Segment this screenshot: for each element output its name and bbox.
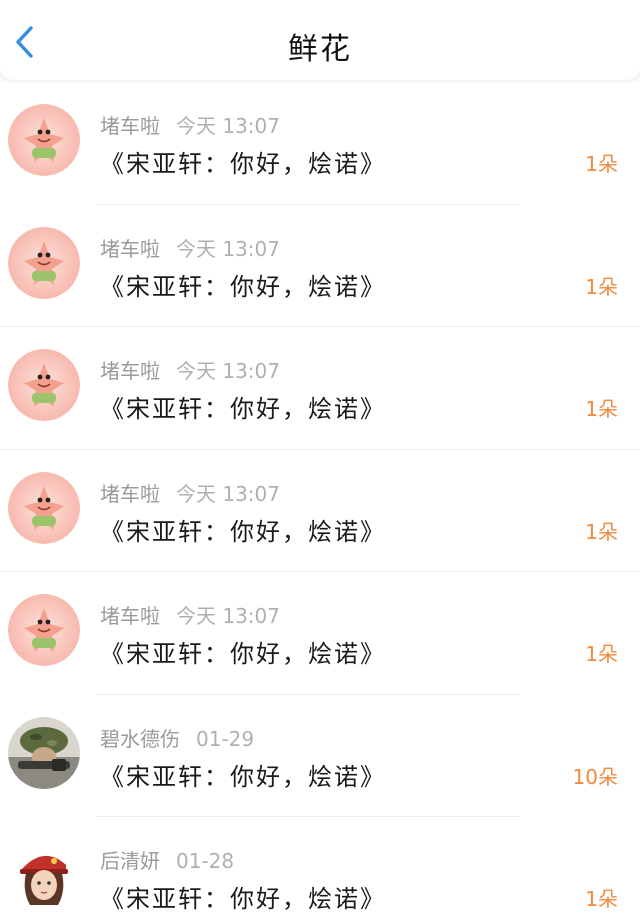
flower-count: 1朵 [585, 642, 618, 666]
send-time: 01-29 [196, 726, 255, 751]
patrick-star-avatar[interactable] [8, 349, 80, 421]
sender-name: 堵车啦 [100, 236, 160, 261]
soldier-avatar[interactable] [8, 716, 80, 789]
gift-title: 《宋亚轩：你好，烩诺》 [100, 885, 386, 913]
gift-title: 《宋亚轩：你好，烩诺》 [100, 517, 386, 546]
sender-name: 堵车啦 [100, 481, 160, 506]
page-title: 鲜花 [288, 32, 352, 67]
send-time: 今天 13:07 [176, 236, 280, 261]
flower-count: 1朵 [585, 397, 618, 421]
sender-line: 后清妍 01-28 [100, 845, 234, 874]
flower-count: 1朵 [585, 519, 618, 544]
patrick-star-avatar[interactable] [8, 471, 80, 544]
gift-title: 《宋亚轩：你好，烩诺》 [100, 762, 386, 791]
flowers-page: 鲜花 堵车啦 今天 13:07 《宋亚轩：你好，烩诺》 1朵 堵车啦 今天 13… [0, 0, 640, 922]
patrick-star-avatar[interactable] [8, 594, 80, 666]
sender-name: 堵车啦 [100, 114, 160, 138]
list-item[interactable]: 堵车啦 今天 13:07 《宋亚轩：你好，烩诺》 1朵 [0, 327, 640, 450]
sender-name: 后清妍 [100, 849, 160, 873]
gift-title: 《宋亚轩：你好，烩诺》 [100, 272, 386, 301]
sender-line: 堵车啦 今天 13:07 [100, 233, 280, 262]
flower-count: 1朵 [585, 152, 618, 176]
send-time: 01-28 [176, 849, 235, 873]
red-cap-girl-avatar[interactable] [8, 839, 80, 911]
sender-line: 堵车啦 今天 13:07 [100, 600, 280, 629]
list-item[interactable]: 堵车啦 今天 13:07 《宋亚轩：你好，烩诺》 1朵 [0, 572, 640, 695]
gift-title: 《宋亚轩：你好，烩诺》 [100, 150, 386, 178]
flower-count: 1朵 [585, 274, 618, 299]
send-time: 今天 13:07 [176, 359, 280, 383]
sender-line: 堵车啦 今天 13:07 [100, 110, 280, 139]
send-time: 今天 13:07 [176, 604, 280, 628]
list-item[interactable]: 碧水德伤 01-29 《宋亚轩：你好，烩诺》 10朵 [0, 694, 640, 817]
sender-name: 堵车啦 [100, 359, 160, 383]
list-item[interactable]: 后清妍 01-28 《宋亚轩：你好，烩诺》 1朵 [0, 817, 640, 922]
gift-title: 《宋亚轩：你好，烩诺》 [100, 640, 386, 668]
header-bar: 鲜花 [0, 0, 640, 80]
patrick-star-avatar[interactable] [8, 226, 80, 299]
sender-line: 堵车啦 今天 13:07 [100, 478, 280, 507]
flower-count: 10朵 [572, 764, 618, 789]
flower-list: 堵车啦今天 13:07 《宋亚轩：你好，烩诺》 1朵 堵车啦今天 13:07 [0, 82, 640, 922]
flower-count: 1朵 [585, 887, 618, 911]
send-time: 今天 13:07 [176, 114, 280, 138]
sender-line: 碧水德伤 01-29 [100, 723, 254, 752]
list-item[interactable]: 堵车啦 今天 13:07 《宋亚轩：你好，烩诺》 1朵 [0, 82, 640, 205]
patrick-star-avatar[interactable] [8, 104, 80, 176]
sender-line: 堵车啦 今天 13:07 [100, 355, 280, 384]
sender-name: 碧水德伤 [100, 726, 180, 751]
list-item[interactable]: 堵车啦 今天 13:07 《宋亚轩：你好，烩诺》 1朵 [0, 204, 640, 327]
list-item[interactable]: 堵车啦 今天 13:07 《宋亚轩：你好，烩诺》 1朵 [0, 449, 640, 572]
send-time: 今天 13:07 [176, 481, 280, 506]
sender-name: 堵车啦 [100, 604, 160, 628]
gift-title: 《宋亚轩：你好，烩诺》 [100, 395, 386, 423]
